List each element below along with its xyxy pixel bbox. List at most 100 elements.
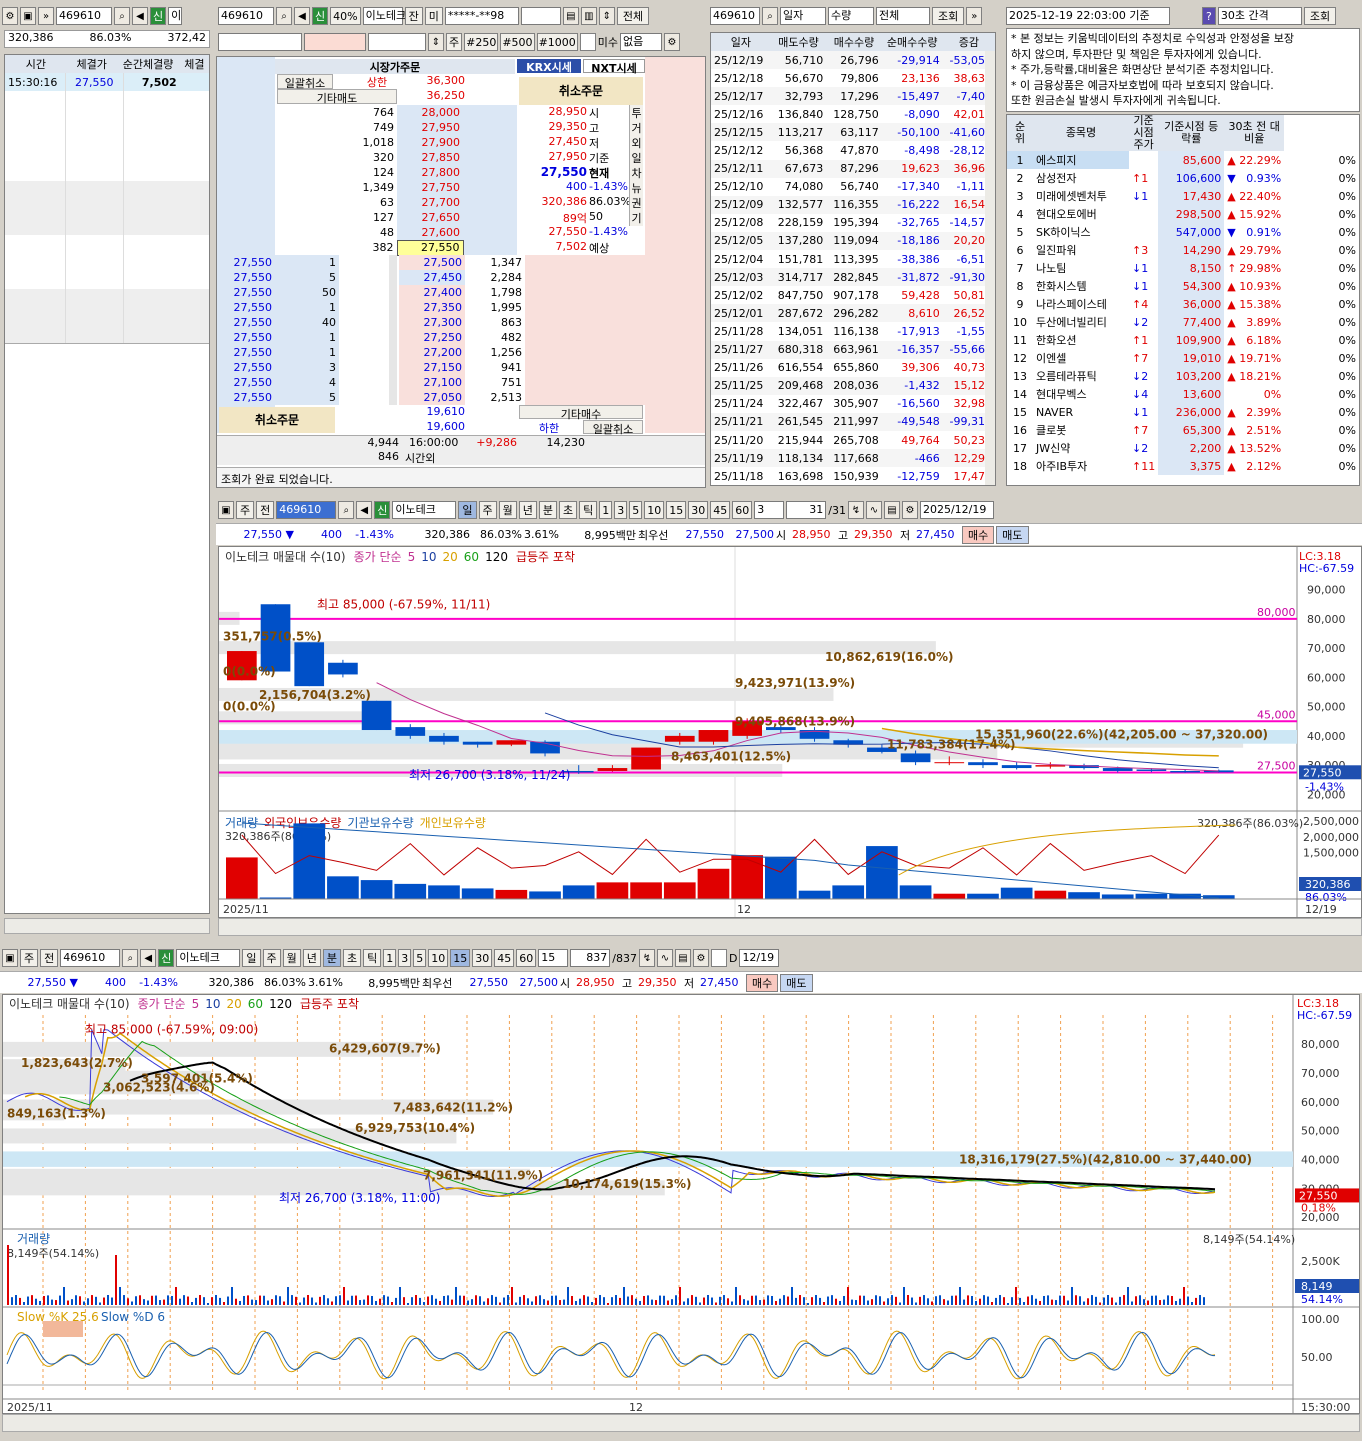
- chart2-save-icon[interactable]: ▤: [674, 949, 691, 967]
- daily-vscroll[interactable]: [985, 51, 995, 485]
- ob-all-button[interactable]: 전체: [616, 7, 650, 25]
- chart1-speaker-icon[interactable]: ◀: [356, 501, 373, 519]
- ob-vscroll[interactable]: [389, 255, 397, 405]
- chart1-code-input[interactable]: 469610: [276, 501, 337, 519]
- search-icon[interactable]: ⌕: [114, 7, 130, 25]
- ob-unit-500[interactable]: #500: [500, 33, 535, 51]
- nxt-tab[interactable]: NXT시세: [583, 59, 645, 75]
- market-order-header[interactable]: 시장가주문: [275, 59, 515, 74]
- rank-lookup-button[interactable]: 조회: [1303, 7, 1337, 25]
- cancel-order-buy-button[interactable]: 취소주문: [219, 407, 335, 433]
- chart1-num-5[interactable]: 30: [688, 501, 709, 519]
- rank-row[interactable]: 13 오름테라퓨틱 ↓2 103,200 ▲ 18.21% 0%: [1007, 367, 1359, 385]
- chart2-num-1[interactable]: 3: [398, 949, 412, 967]
- chart2-num-6[interactable]: 45: [494, 949, 515, 967]
- ob-price-input[interactable]: [218, 33, 302, 51]
- ob-unit-1000[interactable]: #1000: [536, 33, 578, 51]
- chart2-gear-icon[interactable]: ⚙: [692, 949, 709, 967]
- chart1-date-input[interactable]: 2025/12/19: [919, 501, 994, 519]
- ob-unfilled-button[interactable]: 미: [424, 7, 443, 25]
- chart1-period-3[interactable]: 년: [518, 501, 537, 519]
- krx-tab[interactable]: KRX시세: [517, 59, 581, 74]
- daily-scope-select[interactable]: 전체: [876, 7, 930, 25]
- chart2-scrollbar[interactable]: [2, 1414, 1360, 1432]
- ob-speaker-icon[interactable]: ◀: [294, 7, 310, 25]
- chart1-scrollbar[interactable]: [218, 918, 1362, 936]
- ob-save-icon[interactable]: ▥: [580, 7, 597, 25]
- rank-row[interactable]: 9 나라스페이스테 ↑4 36,000 ▲ 15.38% 0%: [1007, 295, 1359, 313]
- chart2-date-input[interactable]: 12/19: [739, 949, 780, 967]
- expand-icon[interactable]: »: [38, 7, 54, 25]
- chart2-window-icon[interactable]: ▣: [2, 949, 18, 967]
- chart2-period-0[interactable]: 일: [242, 949, 261, 967]
- rank-row[interactable]: 3 미래에셋벤처투 ↓1 17,430 ▲ 22.40% 0%: [1007, 187, 1359, 205]
- ob-calc-icon[interactable]: ▤: [562, 7, 579, 25]
- chart1-num-7[interactable]: 60: [732, 501, 753, 519]
- chart1-unit-select[interactable]: 3: [754, 501, 785, 519]
- chart2-line-icon[interactable]: ∿: [656, 949, 673, 967]
- chart1-period-5[interactable]: 초: [559, 501, 578, 519]
- chart1-save-icon[interactable]: ▤: [883, 501, 900, 519]
- chart1-period-1[interactable]: 주: [478, 501, 497, 519]
- chart1-window-icon[interactable]: ▣: [218, 501, 234, 519]
- chart1-period-4[interactable]: 분: [538, 501, 557, 519]
- chart1-period-2[interactable]: 월: [498, 501, 517, 519]
- lock-icon[interactable]: ▣: [20, 7, 36, 25]
- other-sell-button[interactable]: 기타매도: [277, 89, 397, 105]
- settings-icon[interactable]: ⚙: [2, 7, 18, 25]
- daily-next-icon[interactable]: »: [966, 7, 983, 25]
- daily-kind-select[interactable]: 수량: [828, 7, 874, 25]
- ob-account-input[interactable]: *****-**98: [444, 7, 519, 25]
- chart1-gear-icon[interactable]: ⚙: [901, 501, 918, 519]
- chart2-num-2[interactable]: 5: [413, 949, 427, 967]
- ob-gear-icon[interactable]: ⚙: [664, 33, 681, 51]
- chart2-num-0[interactable]: 1: [383, 949, 397, 967]
- chart1-tool-icon[interactable]: ↯: [847, 501, 864, 519]
- code-input[interactable]: 469610: [56, 7, 112, 25]
- ob-updown-icon[interactable]: ⇕: [598, 7, 615, 25]
- chart1-count-input[interactable]: 31: [786, 501, 827, 519]
- chart2-period-5[interactable]: 초: [343, 949, 362, 967]
- rank-row[interactable]: 17 JW신약 ↓2 2,200 ▲ 13.52% 0%: [1007, 439, 1359, 457]
- chart1-num-2[interactable]: 5: [629, 501, 643, 519]
- ob-unit-250[interactable]: #250: [464, 33, 499, 51]
- rank-row[interactable]: 6 일진파워 ↑3 14,290 ▲ 29.79% 0%: [1007, 241, 1359, 259]
- daily-code-input[interactable]: 469610: [710, 7, 760, 25]
- trade-hscroll[interactable]: [4, 918, 210, 934]
- ob-balance-button[interactable]: 잔: [404, 7, 423, 25]
- rank-row[interactable]: 18 아주IB투자 ↑11 3,375 ▲ 2.12% 0%: [1007, 457, 1359, 475]
- rank-row[interactable]: 10 두산에너빌리티 ↓2 77,400 ▲ 3.89% 0%: [1007, 313, 1359, 331]
- speaker-icon[interactable]: ◀: [132, 7, 148, 25]
- chart2-tool-icon[interactable]: ↯: [638, 949, 655, 967]
- help-icon[interactable]: ?: [1202, 7, 1216, 25]
- chart1-num-3[interactable]: 10: [644, 501, 665, 519]
- chart2-period-6[interactable]: 틱: [363, 949, 382, 967]
- cancel-order-sell-button[interactable]: 취소주문: [519, 77, 643, 105]
- chart2-speaker-icon[interactable]: ◀: [140, 949, 157, 967]
- cancel-all-sell-button[interactable]: 일괄취소: [277, 74, 333, 90]
- chart2-jeon-button[interactable]: 전: [40, 949, 59, 967]
- chart2-period-4[interactable]: 분: [322, 949, 341, 967]
- chart2-code-input[interactable]: 469610: [60, 949, 121, 967]
- chart2-search-icon[interactable]: ⌕: [122, 949, 139, 967]
- ob-qty-input[interactable]: [304, 33, 366, 51]
- ob-credit-select[interactable]: 없음: [620, 33, 663, 51]
- ob-spin-icon[interactable]: ⇕: [428, 33, 444, 51]
- chart1-num-4[interactable]: 15: [666, 501, 687, 519]
- chart1-ju-button[interactable]: 주: [236, 501, 255, 519]
- chart1-num-1[interactable]: 3: [614, 501, 628, 519]
- rank-row[interactable]: 11 한화오션 ↑1 109,900 ▲ 6.18% 0%: [1007, 331, 1359, 349]
- rank-row[interactable]: 8 한화시스템 ↓1 54,300 ▲ 10.93% 0%: [1007, 277, 1359, 295]
- chart1-sell-button[interactable]: 매도: [996, 525, 1029, 544]
- rank-row[interactable]: 1 에스피지 85,600 ▲ 22.29% 0%: [1007, 151, 1359, 169]
- chart1-num-6[interactable]: 45: [710, 501, 731, 519]
- chart2-sell-button[interactable]: 매도: [780, 973, 813, 992]
- chart2-buy-button[interactable]: 매수: [746, 973, 779, 992]
- rank-row[interactable]: 16 클로봇 ↑7 65,300 ▲ 2.51% 0%: [1007, 421, 1359, 439]
- chart2-canvas[interactable]: 이노테크 매물대 수(10) 종가 단순 5 10 20 60 120 급등주 포착 LC:3.…: [3, 995, 1360, 1414]
- chart2-ju-button[interactable]: 주: [20, 949, 39, 967]
- ob-code-input[interactable]: 469610: [218, 7, 274, 25]
- chart1-buy-button[interactable]: 매수: [962, 525, 995, 544]
- rank-row[interactable]: 14 현대무벡스 ↓4 13,600 0% 0%: [1007, 385, 1359, 403]
- daily-mode-select[interactable]: 일자: [780, 7, 826, 25]
